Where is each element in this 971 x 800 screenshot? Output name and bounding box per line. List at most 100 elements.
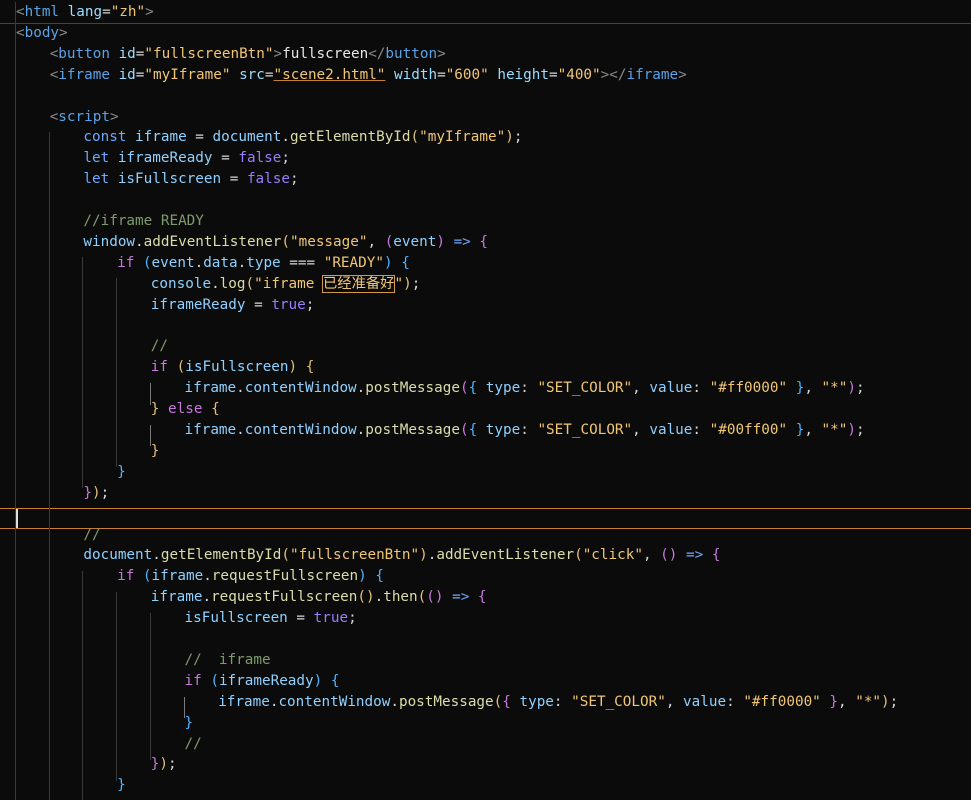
code-line[interactable]: // (0, 336, 971, 357)
code-token: > (59, 24, 68, 41)
code-token: . (152, 547, 161, 564)
code-line[interactable]: iframe.contentWindow.postMessage({ type:… (0, 378, 971, 399)
code-token: iframeReady (117, 150, 213, 167)
code-line[interactable]: } else { (0, 399, 971, 420)
code-line-text: <button id="fullscreenBtn">fullscreen</b… (50, 44, 446, 65)
code-token: 已经准备好 (321, 274, 396, 293)
code-token: type (246, 254, 281, 271)
code-token: : (553, 693, 572, 710)
code-line[interactable]: iframeReady = true; (0, 295, 971, 316)
code-line[interactable]: <iframe id="myIframe" src="scene2.html" … (0, 65, 971, 86)
code-token: . (390, 693, 399, 710)
code-line-text: let isFullscreen = false; (83, 169, 298, 190)
code-token: postMessage (365, 380, 460, 397)
code-token: , (804, 380, 822, 397)
code-token: console (150, 275, 212, 292)
code-line[interactable]: }); (0, 754, 971, 775)
code-token: "*" (821, 380, 848, 397)
code-token: , (665, 693, 684, 710)
code-line-text: } (185, 713, 194, 734)
code-token: iframeReady (150, 296, 246, 313)
code-token: . (374, 589, 384, 606)
code-line[interactable] (0, 86, 971, 107)
code-token: ( (417, 589, 427, 606)
code-token: if (117, 568, 135, 585)
code-line[interactable]: <body> (0, 23, 971, 44)
code-token: } (117, 777, 126, 794)
code-line[interactable]: let isFullscreen = false; (0, 169, 971, 190)
code-line[interactable] (0, 190, 971, 211)
code-token: { (401, 254, 410, 271)
code-line[interactable]: // (0, 734, 971, 755)
code-line-text: if (iframe.requestFullscreen) { (117, 566, 384, 587)
code-line[interactable] (0, 504, 971, 525)
code-token: { (305, 359, 315, 376)
code-line[interactable]: } (0, 713, 971, 734)
code-line[interactable]: if (iframeReady) { (0, 671, 971, 692)
code-line-text: <script> (50, 107, 119, 128)
code-token: iframe (135, 129, 187, 146)
code-line[interactable]: // iframe (0, 650, 971, 671)
code-token: "scene2.html" (273, 66, 386, 83)
code-line[interactable]: }); (0, 483, 971, 504)
code-line[interactable]: } (0, 462, 971, 483)
code-token: if (184, 672, 202, 689)
code-token: ( (210, 672, 219, 689)
code-line-text: } (117, 462, 126, 483)
code-line-text: isFullscreen = true; (185, 608, 357, 629)
code-line[interactable]: if (iframe.requestFullscreen) { (0, 566, 971, 587)
code-token: "click" (582, 547, 643, 564)
code-line-text: iframe.contentWindow.postMessage({ type:… (185, 378, 865, 399)
code-token: </ (368, 45, 386, 62)
code-line[interactable]: <button id="fullscreenBtn">fullscreen</b… (0, 44, 971, 65)
code-editor[interactable]: <html lang="zh"> <body> <button id="fullsc… (0, 0, 971, 800)
code-token: : (692, 380, 710, 397)
code-token: let (83, 150, 110, 167)
code-line[interactable]: if (isFullscreen) { (0, 357, 971, 378)
code-line[interactable]: //iframe READY (0, 211, 971, 232)
code-token: lang (67, 4, 103, 20)
code-token: fullscreen (282, 45, 369, 62)
code-line[interactable] (0, 629, 971, 650)
code-line[interactable]: iframe.contentWindow.postMessage({ type:… (0, 692, 971, 713)
code-token: . (356, 380, 366, 397)
code-token: < (49, 66, 59, 83)
code-line[interactable]: isFullscreen = true; (0, 608, 971, 629)
code-token: iframe (151, 568, 204, 585)
code-line[interactable] (0, 316, 971, 337)
code-line[interactable]: <html lang="zh"> (0, 2, 971, 23)
code-line[interactable]: window.addEventListener("message", (even… (0, 232, 971, 253)
code-token: = (437, 66, 446, 83)
code-token: ) (881, 693, 890, 710)
code-token: > (145, 4, 154, 20)
code-line[interactable]: iframe.requestFullscreen().then(() => { (0, 587, 971, 608)
code-line[interactable]: if (event.data.type === "READY") { (0, 253, 971, 274)
code-line[interactable]: document.getElementById("fullscreenBtn")… (0, 545, 971, 566)
code-line[interactable]: } (0, 775, 971, 796)
code-line-text: // (151, 336, 168, 357)
code-token: getElementById (290, 129, 411, 146)
code-line[interactable]: console.log("iframe 已经准备好"); (0, 274, 971, 295)
code-token: = (287, 610, 314, 627)
code-token: type (519, 693, 554, 710)
code-token: < (16, 24, 25, 41)
code-line[interactable]: const iframe = document.getElementById("… (0, 127, 971, 148)
code-line[interactable]: } (0, 441, 971, 462)
code-token: "SET_COLOR" (537, 380, 633, 397)
code-token: ; (305, 296, 315, 313)
code-token: "400" (557, 66, 601, 83)
code-token: "#ff0000" (709, 380, 788, 397)
code-line[interactable]: iframe.contentWindow.postMessage({ type:… (0, 420, 971, 441)
code-token: iframe (218, 693, 270, 710)
code-token: "myIframe" (144, 66, 231, 83)
code-line[interactable]: <script> (0, 107, 971, 128)
code-token: "*" (855, 693, 882, 710)
code-line[interactable]: let iframeReady = false; (0, 148, 971, 169)
code-token: false (238, 150, 282, 167)
code-token: if (117, 254, 135, 271)
code-line[interactable]: // (0, 525, 971, 546)
